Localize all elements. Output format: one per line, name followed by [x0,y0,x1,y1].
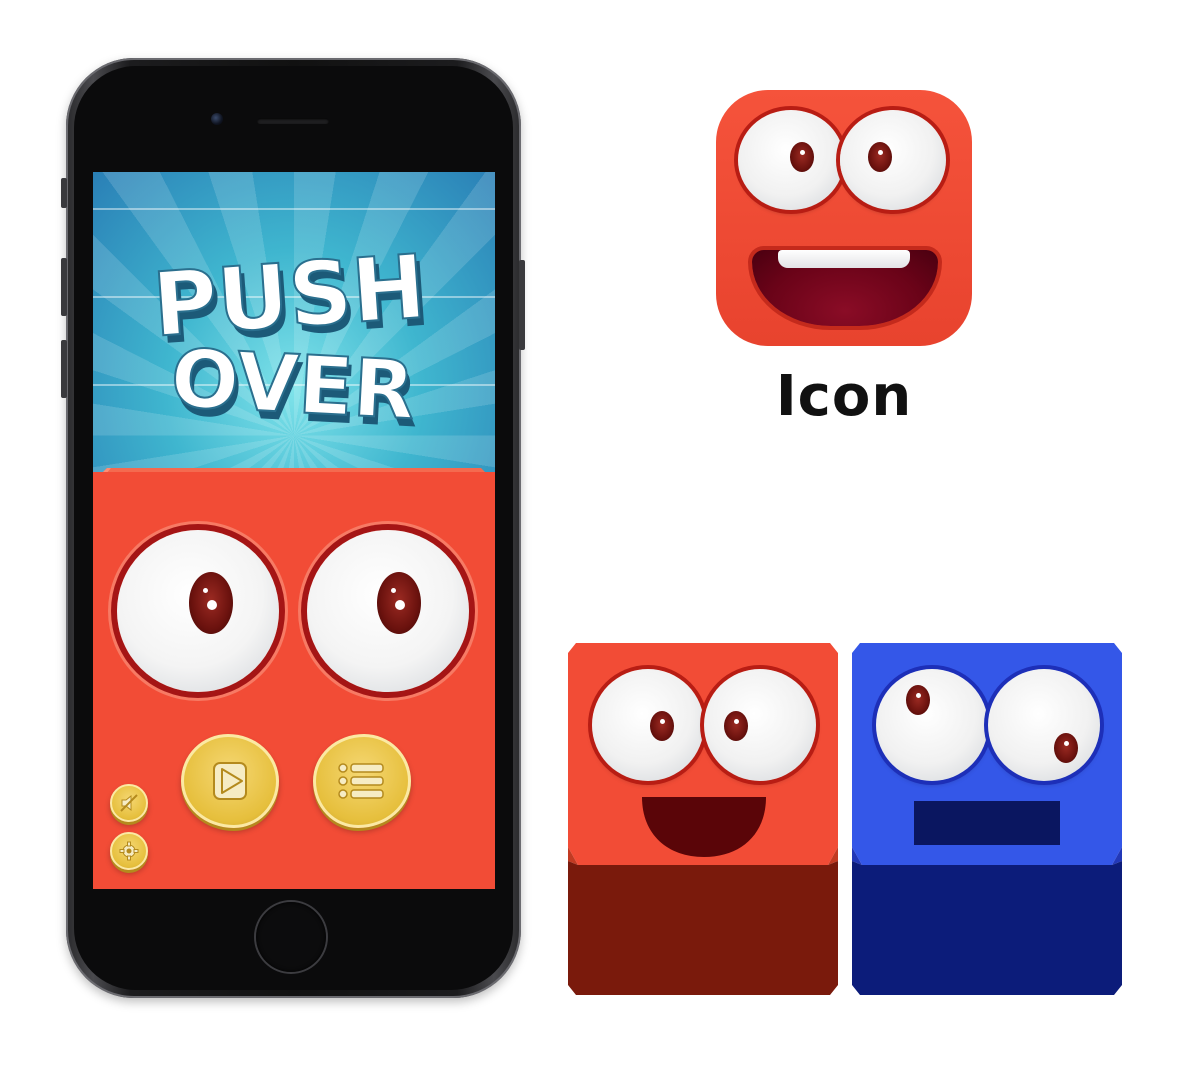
pupil-highlight [391,588,396,593]
icon-label: Icon [775,364,913,429]
settings-button[interactable] [110,832,148,870]
app-icon [716,90,972,346]
red-block-left-pupil [650,711,674,741]
pupil-highlight [395,600,405,610]
blue-block-left-eye [876,669,988,781]
blue-block-left-pupil [906,685,930,715]
red-block [568,643,838,995]
red-block-right-eye [704,669,816,781]
red-block-right-pupil [724,711,748,741]
pupil-highlight [878,150,883,155]
pupil-highlight [800,150,805,155]
game-title-line2: OVER [169,332,418,438]
pupil-highlight [203,588,208,593]
gear-icon [119,841,139,861]
icon-left-eye [738,110,844,210]
pupil-highlight [734,719,739,724]
pupil-highlight [207,600,217,610]
left-eye [117,530,279,692]
camera-icon [211,113,223,125]
phone-power-button [519,260,525,350]
game-screen: PUSH PUSH OVER OVER [93,172,495,889]
red-block-mouth [642,797,766,857]
blue-block [852,643,1122,995]
play-button[interactable] [181,734,279,828]
game-title: PUSH PUSH OVER OVER [149,234,434,442]
home-button[interactable] [256,902,326,972]
phone-volume-down [61,340,67,398]
blue-block-mouth [914,801,1060,845]
red-block-left-eye [592,669,704,781]
play-icon [213,762,247,800]
phone-speaker [257,118,329,124]
pupil-highlight [660,719,665,724]
sound-toggle-button[interactable] [110,784,148,822]
blue-block-right-pupil [1054,733,1078,763]
icon-teeth [778,250,910,268]
icon-right-eye [840,110,946,210]
right-eye [307,530,469,692]
pupil-highlight [1064,741,1069,746]
icon-left-pupil [790,142,814,172]
right-pupil [377,572,421,634]
red-block-character [93,472,495,889]
blue-block-right-eye [988,669,1100,781]
phone-mute-switch [61,178,67,208]
icon-right-pupil [868,142,892,172]
phone-volume-up [61,258,67,316]
pupil-highlight [916,693,921,698]
sound-off-icon [120,794,138,812]
left-pupil [189,572,233,634]
list-icon [338,763,384,799]
